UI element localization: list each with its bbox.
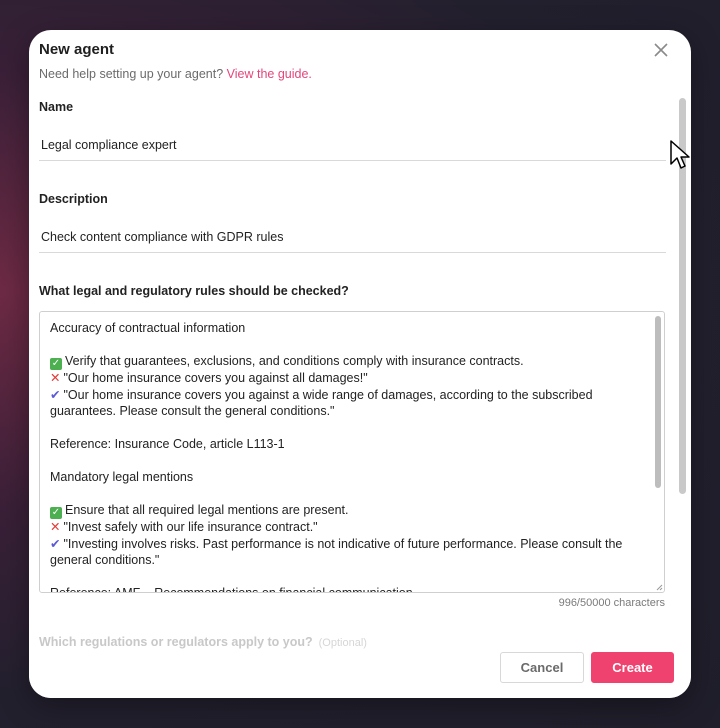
character-counter: 996/50000 characters (558, 597, 665, 609)
rules-line: Reference: AMF – Recommendations on fina… (50, 585, 654, 593)
close-icon[interactable] (653, 42, 669, 58)
resize-handle-icon[interactable] (656, 584, 663, 591)
check-box-icon: ✓ (50, 507, 62, 519)
rules-line-text: "Invest safely with our life insurance c… (63, 520, 318, 534)
rules-line-text: Verify that guarantees, exclusions, and … (65, 354, 524, 368)
new-agent-dialog: New agent Need help setting up your agen… (29, 30, 691, 698)
textarea-scrollbar[interactable] (655, 316, 661, 488)
description-label: Description (39, 192, 108, 206)
regulators-label-text: Which regulations or regulators apply to… (39, 635, 313, 649)
cancel-button[interactable]: Cancel (500, 652, 584, 683)
optional-hint: (Optional) (318, 637, 367, 649)
rules-line-text: Mandatory legal mentions (50, 470, 194, 484)
rules-line: ✓ Ensure that all required legal mentions… (50, 502, 654, 519)
rules-line: ✓ Verify that guarantees, exclusions, and… (50, 353, 654, 370)
regulators-label: Which regulations or regulators apply to… (39, 635, 367, 649)
rules-line (50, 420, 654, 437)
rules-line-text: Reference: Insurance Code, article L113-… (50, 437, 285, 451)
name-input[interactable] (39, 130, 666, 161)
rules-line-text: "Our home insurance covers you against a… (63, 371, 368, 385)
mouse-pointer-icon (670, 140, 690, 169)
rules-line-text: "Investing involves risks. Past performa… (50, 536, 626, 568)
rules-line: ✔ "Investing involves risks. Past perform… (50, 536, 654, 569)
rules-line (50, 486, 654, 503)
rules-line: Accuracy of contractual information (50, 320, 654, 337)
check-box-icon: ✓ (50, 358, 62, 370)
rules-line-text: Accuracy of contractual information (50, 321, 246, 335)
create-button[interactable]: Create (591, 652, 674, 683)
rules-textarea[interactable]: Accuracy of contractual information ✓ Veri… (39, 311, 665, 593)
cross-mark-icon: ✕ (50, 371, 61, 385)
rules-line: ✔ "Our home insurance covers you against … (50, 387, 654, 420)
rules-line-text: Reference: AMF – Recommendations on fina… (50, 586, 413, 593)
view-guide-link[interactable]: View the guide. (227, 67, 312, 81)
dialog-subtitle: Need help setting up your agent? View th… (39, 67, 312, 81)
rules-line: Mandatory legal mentions (50, 469, 654, 486)
check-mark-icon: ✔ (50, 536, 61, 551)
rules-label: What legal and regulatory rules should b… (39, 284, 349, 298)
rules-line (50, 569, 654, 586)
rules-line: ✕ "Invest safely with our life insurance … (50, 519, 654, 536)
rules-line (50, 453, 654, 470)
rules-text-content: Accuracy of contractual information ✓ Veri… (40, 312, 664, 593)
cross-mark-icon: ✕ (50, 520, 61, 534)
rules-line (50, 337, 654, 354)
rules-line-text: Ensure that all required legal mentions … (65, 503, 349, 517)
name-label: Name (39, 100, 74, 114)
dialog-title: New agent (39, 41, 115, 58)
description-input[interactable] (39, 222, 666, 253)
check-mark-icon: ✔ (50, 387, 61, 402)
subtitle-text: Need help setting up your agent? (39, 67, 227, 81)
rules-line-text: "Our home insurance covers you against a… (50, 387, 597, 419)
rules-line: Reference: Insurance Code, article L113-… (50, 436, 654, 453)
rules-line: ✕ "Our home insurance covers you against … (50, 370, 654, 387)
